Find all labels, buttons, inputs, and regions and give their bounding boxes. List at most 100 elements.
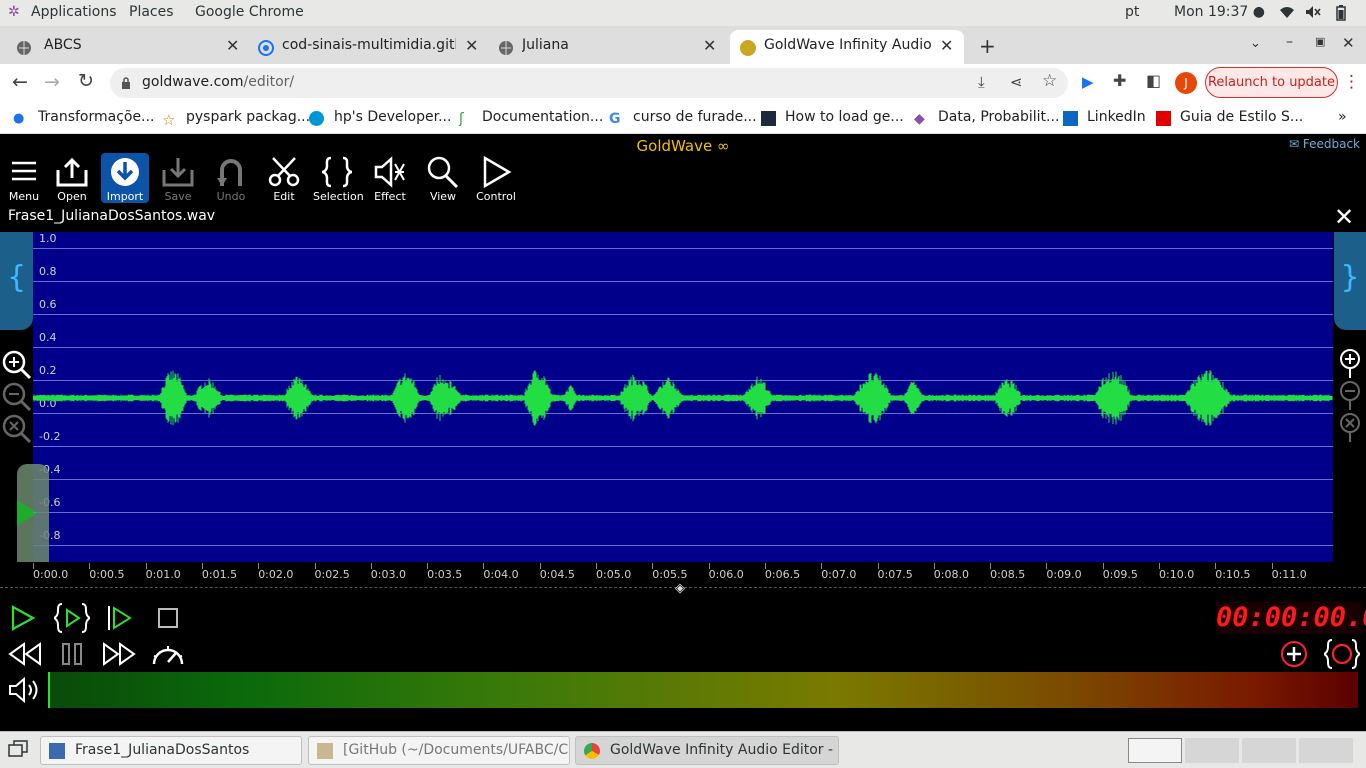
play-from-cursor-button[interactable]: [106, 604, 134, 636]
tool-label: View: [429, 190, 457, 203]
save-button[interactable]: Save: [154, 153, 202, 203]
open-button[interactable]: Open: [48, 153, 96, 203]
selection-end-handle[interactable]: }: [1334, 232, 1366, 330]
effect-button[interactable]: Effect: [366, 153, 414, 203]
relaunch-button[interactable]: Relaunch to update: [1205, 67, 1338, 98]
bookmark-item[interactable]: Data, Probabilit...: [938, 109, 1059, 125]
new-tab-button[interactable]: +: [979, 34, 996, 58]
extension-play-icon[interactable]: ▶: [1082, 73, 1094, 91]
system-clock[interactable]: Mon 19:37 ●: [1174, 4, 1265, 20]
applications-icon[interactable]: ✲: [8, 4, 20, 20]
time-label: 0:04.0: [483, 568, 519, 581]
taskbar-item-audio-file[interactable]: Frase1_JulianaDosSantos: [40, 736, 302, 765]
selection-start-handle[interactable]: {: [0, 232, 33, 330]
close-window-icon[interactable]: ✕: [1342, 34, 1355, 52]
bookmark-item[interactable]: Documentation...: [482, 109, 603, 125]
import-button[interactable]: Import: [101, 153, 149, 203]
bookmark-item[interactable]: pyspark packag...: [186, 109, 310, 125]
edit-button[interactable]: Edit: [260, 153, 308, 203]
workspace-1[interactable]: [1128, 738, 1182, 763]
view-button[interactable]: View: [419, 153, 467, 203]
tab-cod-sinais[interactable]: cod-sinais-multimidia.github.io ✕: [248, 30, 488, 64]
vertical-zoom-in-icon[interactable]: [1339, 348, 1361, 382]
close-tab-icon[interactable]: ✕: [465, 36, 478, 55]
speed-gauge-icon[interactable]: [150, 640, 186, 672]
profile-avatar[interactable]: J: [1175, 72, 1197, 94]
waveform-view[interactable]: 1.0 0.8 0.6 0.4 0.2 0.0 -0.2 -0.4 -0.6 -0.8: [33, 232, 1333, 562]
menu-button[interactable]: Menu: [0, 153, 48, 203]
bookmark-item[interactable]: Transformaçõe...: [38, 109, 154, 125]
time-label: 0:10.0: [1159, 568, 1195, 581]
volume-speaker-icon[interactable]: [8, 676, 40, 707]
omnibox[interactable]: goldwave.com/editor/ ⤓ ⋖ ☆: [110, 68, 1068, 98]
globe-icon: [498, 40, 514, 56]
audio-file-icon: [49, 743, 65, 759]
forward-icon[interactable]: →: [44, 71, 60, 93]
rewind-button[interactable]: [8, 642, 42, 670]
zoom-in-icon[interactable]: [2, 350, 32, 384]
tab-juliana[interactable]: Juliana ✕: [488, 30, 728, 64]
share-icon[interactable]: ⋖: [1010, 73, 1023, 91]
close-file-icon[interactable]: ✕: [1334, 203, 1354, 231]
bookmark-item[interactable]: How to load ge...: [785, 109, 904, 125]
bookmark-item[interactable]: curso de furade...: [633, 109, 757, 125]
places-menu[interactable]: Places: [129, 4, 174, 20]
tab-goldwave[interactable]: GoldWave Infinity Audio Editor ✕: [730, 30, 964, 64]
zoom-out-icon[interactable]: [2, 382, 32, 416]
workspace-2[interactable]: [1185, 738, 1239, 763]
volume-muted-icon[interactable]: [1305, 5, 1321, 20]
workspace-4[interactable]: [1299, 738, 1353, 763]
vertical-zoom-reset-icon[interactable]: [1339, 412, 1361, 446]
tool-label: Open: [57, 190, 87, 203]
close-tab-icon[interactable]: ✕: [940, 36, 953, 55]
playback-position-handle[interactable]: [17, 464, 49, 562]
maximize-icon[interactable]: ▣: [1315, 35, 1325, 48]
extensions-puzzle-icon[interactable]: ✚: [1113, 71, 1126, 90]
bookmark-item[interactable]: Guia de Estilo S...: [1180, 109, 1303, 125]
play-selection-button[interactable]: [51, 602, 93, 638]
close-tab-icon[interactable]: ✕: [703, 36, 716, 55]
wifi-icon[interactable]: [1279, 5, 1294, 20]
resize-handle-icon[interactable]: ◈: [675, 581, 685, 596]
import-icon: [111, 158, 139, 186]
url-text[interactable]: goldwave.com/editor/: [142, 74, 294, 90]
active-app-menu[interactable]: Google Chrome: [195, 4, 304, 20]
stop-button[interactable]: [157, 607, 179, 633]
tab-strip: ABCS ✕ cod-sinais-multimidia.github.io ✕…: [0, 26, 1366, 64]
show-desktop-icon[interactable]: [8, 740, 28, 762]
fast-forward-button[interactable]: [102, 642, 136, 670]
volume-slider[interactable]: [48, 672, 1358, 708]
control-button[interactable]: Control: [472, 153, 520, 203]
pause-button[interactable]: [60, 642, 84, 670]
bookmark-item[interactable]: hp's Developer...: [334, 109, 451, 125]
zoom-fit-icon[interactable]: [2, 414, 32, 448]
workspace-3[interactable]: [1242, 738, 1296, 763]
applications-menu[interactable]: Applications: [31, 4, 117, 20]
vertical-zoom-out-icon[interactable]: [1339, 380, 1361, 414]
lock-icon[interactable]: [121, 75, 131, 94]
play-marker-icon: [17, 500, 37, 526]
install-icon[interactable]: ⤓: [978, 73, 985, 91]
back-icon[interactable]: ←: [12, 71, 28, 93]
close-tab-icon[interactable]: ✕: [226, 36, 239, 55]
more-bookmarks-icon[interactable]: »: [1338, 109, 1347, 125]
reload-icon[interactable]: ↻: [78, 70, 94, 92]
record-selection-icon[interactable]: [1321, 638, 1363, 674]
tab-search-icon[interactable]: ⌄: [1250, 36, 1261, 51]
bookmark-star-icon[interactable]: ☆: [1042, 71, 1057, 91]
more-menu-icon[interactable]: ⋮: [1343, 72, 1360, 92]
taskbar-item-chrome[interactable]: GoldWave Infinity Audio Editor - Go...: [575, 736, 839, 765]
taskbar: Frase1_JulianaDosSantos [GitHub (~/Docum…: [0, 731, 1366, 768]
feedback-link[interactable]: ✉ Feedback: [1289, 137, 1360, 151]
taskbar-item-github-editor[interactable]: [GitHub (~/Documents/UFABC/Codi...: [308, 736, 570, 765]
bookmark-item[interactable]: LinkedIn: [1087, 109, 1146, 125]
side-panel-icon[interactable]: ◧: [1146, 71, 1161, 90]
play-button[interactable]: [10, 605, 36, 635]
minimize-icon[interactable]: –: [1286, 34, 1293, 50]
undo-button[interactable]: Undo: [207, 153, 255, 203]
keyboard-layout[interactable]: pt: [1125, 4, 1139, 20]
selection-button[interactable]: Selection: [313, 153, 364, 203]
add-marker-icon[interactable]: [1280, 640, 1308, 672]
tab-abcs[interactable]: ABCS ✕: [0, 30, 248, 64]
battery-icon[interactable]: [1336, 5, 1350, 21]
